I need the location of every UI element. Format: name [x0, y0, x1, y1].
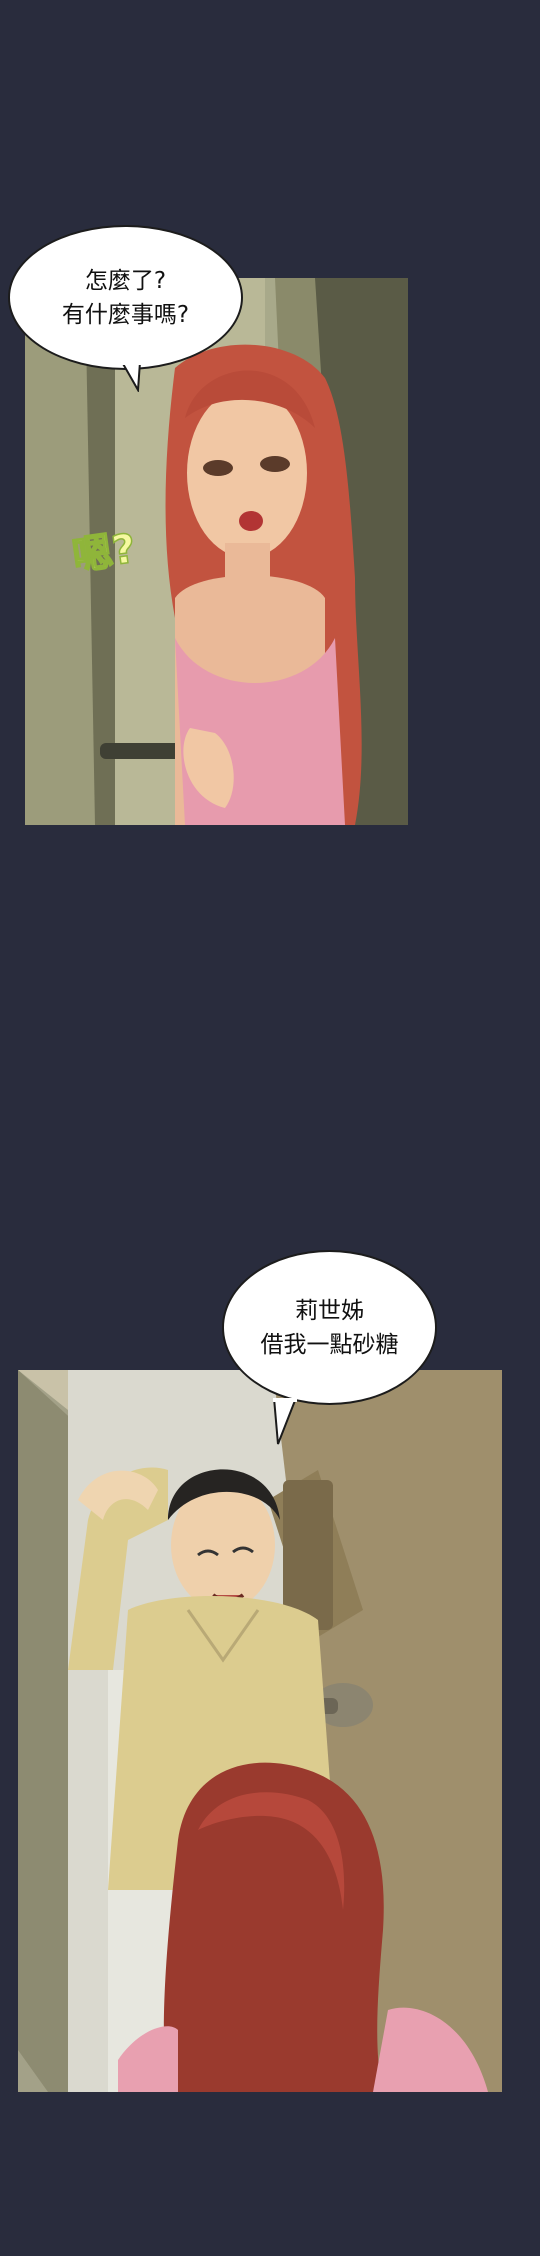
bubble-2-line-2: 借我一點砂糖	[260, 1331, 399, 1358]
sfx-text: 嗯?	[69, 525, 139, 581]
panel-2-art	[18, 1370, 502, 2092]
woman-face	[187, 388, 307, 558]
bubble-1-line-2: 有什麼事嗎?	[61, 301, 190, 328]
speech-bubble-2: 莉世姊 借我一點砂糖	[222, 1250, 437, 1405]
bubble-2-line-1: 莉世姊	[295, 1297, 364, 1324]
speech-bubble-1: 怎麼了? 有什麼事嗎?	[8, 225, 243, 370]
bubble-1-line-1: 怎麼了?	[84, 267, 167, 294]
speech-bubble-1-tail	[120, 362, 142, 392]
speech-bubble-2-tail	[272, 1398, 298, 1445]
panel-2	[18, 1370, 502, 2092]
